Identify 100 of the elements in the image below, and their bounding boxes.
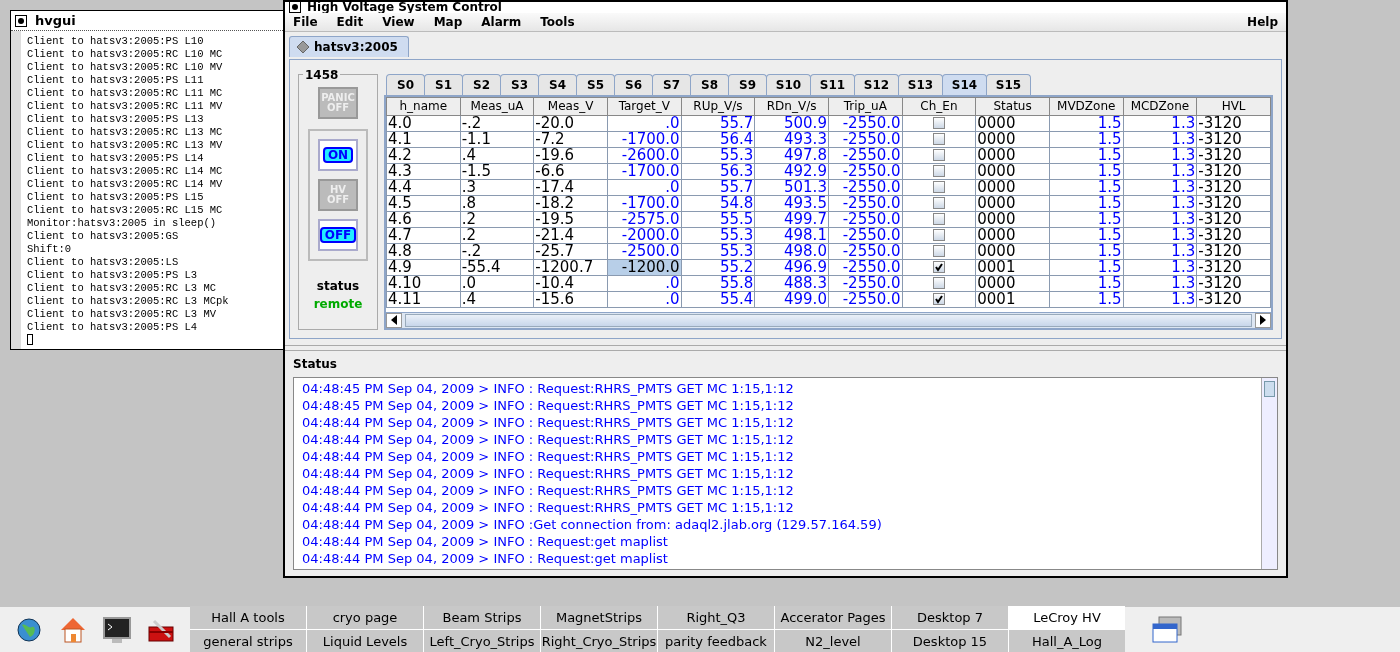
on-button[interactable]: ON: [318, 138, 358, 171]
table-cell[interactable]: 1.3: [1123, 211, 1197, 227]
table-cell[interactable]: -2550.0: [828, 291, 903, 307]
checkbox[interactable]: [932, 117, 945, 129]
table-cell[interactable]: 1.3: [1123, 195, 1197, 211]
slot-tab[interactable]: S4: [538, 73, 577, 95]
checkbox[interactable]: [932, 213, 945, 225]
checkbox[interactable]: [932, 245, 945, 257]
table-cell[interactable]: 498.0: [754, 243, 829, 259]
menu-item[interactable]: Alarm: [479, 12, 524, 31]
off-button[interactable]: OFF: [318, 218, 358, 251]
menu-item[interactable]: File: [291, 12, 320, 31]
column-header[interactable]: Ch_En: [902, 97, 976, 115]
column-header[interactable]: MCDZone: [1123, 97, 1197, 115]
table-cell[interactable]: 55.3: [681, 243, 755, 259]
table-cell[interactable]: 1.3: [1123, 259, 1197, 275]
column-header[interactable]: Meas_V: [533, 97, 608, 115]
table-cell[interactable]: -2000.0: [607, 227, 682, 243]
table-cell[interactable]: 1.5: [1049, 275, 1124, 291]
table-cell[interactable]: 501.3: [754, 179, 829, 195]
slot-tab[interactable]: S3: [500, 73, 539, 95]
table-cell[interactable]: 56.3: [681, 163, 755, 179]
table-cell[interactable]: -2550.0: [828, 227, 903, 243]
table-cell[interactable]: 55.3: [681, 147, 755, 163]
table-cell[interactable]: 54.8: [681, 195, 755, 211]
table-cell[interactable]: 1.3: [1123, 227, 1197, 243]
table-cell[interactable]: 492.9: [754, 163, 829, 179]
table-cell[interactable]: -2575.0: [607, 211, 682, 227]
table-cell[interactable]: 1.5: [1049, 195, 1124, 211]
table-cell[interactable]: .0: [607, 179, 682, 195]
table-cell[interactable]: .0: [607, 115, 682, 131]
table-cell[interactable]: 55.2: [681, 259, 755, 275]
slot-tab[interactable]: S9: [728, 73, 767, 95]
slot-tab[interactable]: S11: [810, 73, 855, 95]
table-cell[interactable]: 55.8: [681, 275, 755, 291]
desktop-button[interactable]: Right_Q3: [658, 605, 774, 629]
table-cell[interactable]: 1.3: [1123, 291, 1197, 307]
desktop-button[interactable]: Liquid Levels: [307, 630, 423, 652]
table-cell[interactable]: -1700.0: [607, 195, 682, 211]
table-cell[interactable]: 498.1: [754, 227, 829, 243]
table-cell[interactable]: 497.8: [754, 147, 829, 163]
terminal-icon[interactable]: [102, 614, 132, 645]
table-cell[interactable]: 55.5: [681, 211, 755, 227]
table-cell[interactable]: 55.3: [681, 227, 755, 243]
slot-tab[interactable]: S7: [652, 73, 691, 95]
table-cell[interactable]: 1.3: [1123, 147, 1197, 163]
window-menu-icon[interactable]: [15, 14, 27, 27]
slot-tab[interactable]: S14: [942, 73, 987, 95]
table-cell[interactable]: 1.5: [1049, 131, 1124, 147]
desktop-button[interactable]: Hall_A_Log: [1009, 630, 1125, 652]
checkbox[interactable]: [932, 293, 945, 305]
column-header[interactable]: RDn_V/s: [754, 97, 829, 115]
column-header[interactable]: RUp_V/s: [681, 97, 755, 115]
table-cell[interactable]: -2550.0: [828, 275, 903, 291]
left-arrow-icon[interactable]: [390, 315, 398, 325]
table-cell[interactable]: 1.5: [1049, 179, 1124, 195]
table-cell[interactable]: -2550.0: [828, 195, 903, 211]
desktop-button[interactable]: cryo page: [307, 605, 423, 629]
table-cell[interactable]: 1.3: [1123, 179, 1197, 195]
table-cell[interactable]: -2550.0: [828, 131, 903, 147]
desktop-button[interactable]: Hall A tools: [190, 605, 306, 629]
table-cell[interactable]: 1.5: [1049, 211, 1124, 227]
right-arrow-icon[interactable]: [1259, 315, 1267, 325]
menu-item[interactable]: View: [380, 12, 417, 31]
slot-tab[interactable]: S5: [576, 73, 615, 95]
table-cell[interactable]: -2600.0: [607, 147, 682, 163]
column-header[interactable]: Meas_uA: [460, 97, 534, 115]
table-cell[interactable]: -1700.0: [607, 163, 682, 179]
table-cell[interactable]: 499.7: [754, 211, 829, 227]
column-header[interactable]: h_name: [386, 97, 461, 115]
desktop-button[interactable]: Accerator Pages: [775, 605, 891, 629]
table-cell[interactable]: 1.5: [1049, 291, 1124, 307]
table-cell[interactable]: 1.3: [1123, 275, 1197, 291]
desktop-button[interactable]: Desktop 7: [892, 605, 1008, 629]
checkbox[interactable]: [932, 229, 945, 241]
desktop-button[interactable]: Beam Strips: [424, 605, 540, 629]
table-cell[interactable]: 1.5: [1049, 259, 1124, 275]
slot-tab[interactable]: S15: [986, 73, 1031, 95]
checkbox[interactable]: [932, 165, 945, 177]
table-cell[interactable]: 500.9: [754, 115, 829, 131]
table-cell[interactable]: -2550.0: [828, 115, 903, 131]
crate-tab[interactable]: hatsv3:2005: [289, 35, 409, 57]
desktop-button[interactable]: MagnetStrips: [541, 605, 657, 629]
menu-item[interactable]: Map: [431, 12, 465, 31]
desktop-button[interactable]: parity feedback: [658, 630, 774, 652]
desktop-button[interactable]: N2_level: [775, 630, 891, 652]
table-cell[interactable]: .0: [607, 275, 682, 291]
table-cell[interactable]: 55.7: [681, 115, 755, 131]
checkbox[interactable]: [932, 261, 945, 273]
checkbox[interactable]: [932, 149, 945, 161]
column-header[interactable]: Status: [975, 97, 1050, 115]
menu-item[interactable]: Tools: [538, 12, 577, 31]
table-cell[interactable]: 1.3: [1123, 243, 1197, 259]
table-cell[interactable]: 55.4: [681, 291, 755, 307]
slot-tab[interactable]: S8: [690, 73, 729, 95]
table-cell[interactable]: -2550.0: [828, 163, 903, 179]
table-cell[interactable]: 1.3: [1123, 131, 1197, 147]
table-cell[interactable]: -2550.0: [828, 243, 903, 259]
column-header[interactable]: HVL: [1196, 97, 1271, 115]
slot-tab[interactable]: S0: [386, 73, 425, 95]
